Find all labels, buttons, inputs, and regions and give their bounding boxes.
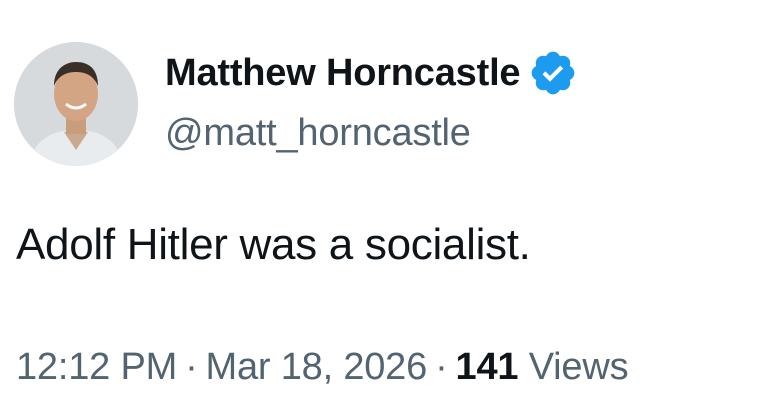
verified-badge-icon xyxy=(532,51,575,95)
avatar[interactable] xyxy=(14,42,138,166)
meta-separator: · xyxy=(185,346,198,388)
views-count[interactable]: 141 xyxy=(456,346,519,388)
tweet-time[interactable]: 12:12 PM xyxy=(16,346,177,388)
author-handle[interactable]: @matt_horncastle xyxy=(165,112,471,155)
author-display-name[interactable]: Matthew Horncastle xyxy=(165,52,521,95)
tweet-card: Matthew Horncastle @matt_horncastle Adol… xyxy=(0,0,768,412)
author-name-row: Matthew Horncastle xyxy=(165,50,578,96)
avatar-image xyxy=(14,42,138,166)
meta-separator: · xyxy=(435,346,448,388)
views-label[interactable]: Views xyxy=(529,346,629,388)
tweet-date[interactable]: Mar 18, 2026 xyxy=(206,346,428,388)
tweet-meta: 12:12 PM · Mar 18, 2026 · 141 Views xyxy=(16,346,629,389)
tweet-text: Adolf Hitler was a socialist. xyxy=(16,220,531,269)
